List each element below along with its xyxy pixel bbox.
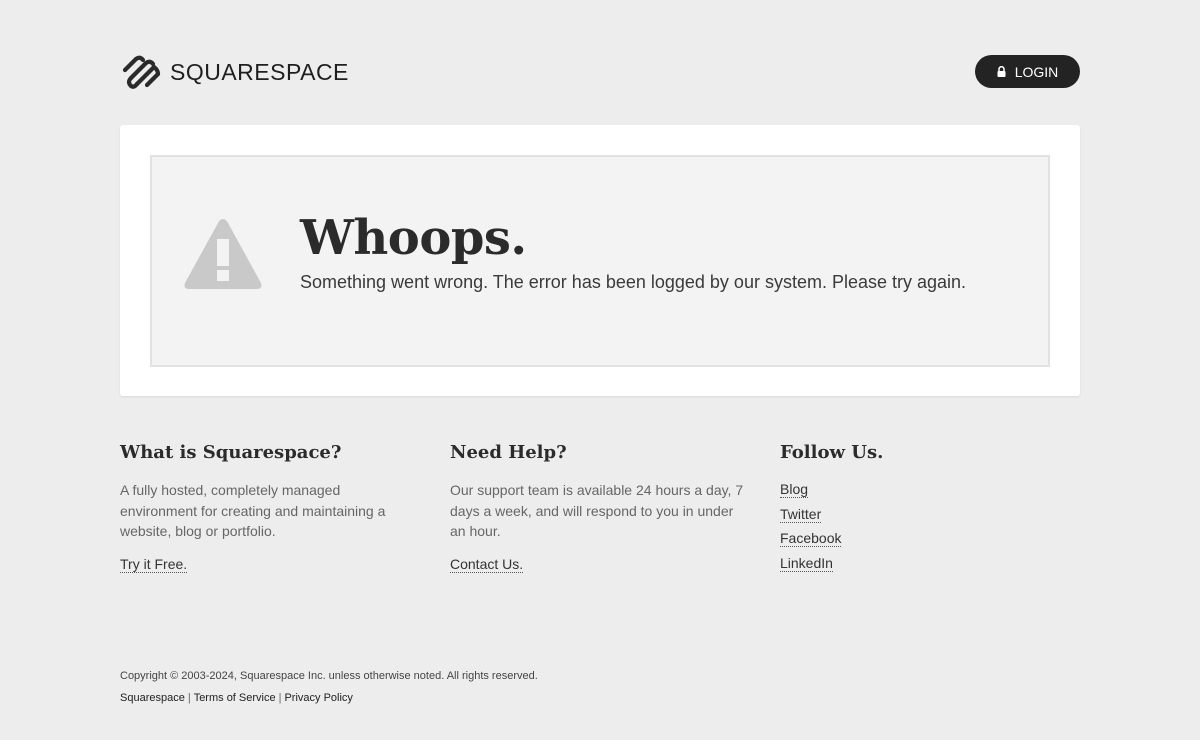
error-panel: Whoops. Something went wrong. The error … xyxy=(120,125,1080,396)
linkedin-link[interactable]: LinkedIn xyxy=(780,554,833,572)
page: SQUARESPACE LOGIN Whoops. Something went… xyxy=(120,0,1080,740)
follow-column: Follow Us. Blog Twitter Facebook LinkedI… xyxy=(780,440,1080,578)
contact-us-link[interactable]: Contact Us. xyxy=(450,555,524,573)
header: SQUARESPACE LOGIN xyxy=(120,55,1080,89)
help-text: Our support team is available 24 hours a… xyxy=(450,482,744,539)
twitter-link[interactable]: Twitter xyxy=(780,505,822,523)
separator: | xyxy=(278,692,282,704)
help-column: Need Help? Our support team is available… xyxy=(450,440,750,574)
squarespace-logo-icon xyxy=(121,55,161,89)
login-button[interactable]: LOGIN xyxy=(975,55,1080,88)
squarespace-link[interactable]: Squarespace xyxy=(120,692,185,704)
bottom-links: Squarespace | Terms of Service | Privacy Pol… xyxy=(120,692,353,704)
separator: | xyxy=(187,692,191,704)
blog-link[interactable]: Blog xyxy=(780,481,809,498)
error-message: Something went wrong. The error has been… xyxy=(300,272,967,292)
help-heading: Need Help? xyxy=(450,442,567,463)
copyright-text: Copyright © 2003-2024, Squarespace Inc. … xyxy=(120,670,538,682)
about-column: What is Squarespace? A fully hosted, com… xyxy=(120,440,420,574)
about-text: A fully hosted, completely managed envir… xyxy=(120,482,386,539)
terms-of-service-link[interactable]: Terms of Service xyxy=(194,692,276,704)
privacy-policy-link[interactable]: Privacy Policy xyxy=(284,692,352,704)
error-title: Whoops. xyxy=(300,210,527,266)
facebook-link[interactable]: Facebook xyxy=(780,530,842,547)
follow-heading: Follow Us. xyxy=(780,442,884,463)
logo-text: SQUARESPACE xyxy=(170,58,349,85)
warning-triangle-icon xyxy=(182,215,264,296)
lock-icon xyxy=(997,64,1006,80)
about-heading: What is Squarespace? xyxy=(120,442,342,463)
try-free-link[interactable]: Try it Free. xyxy=(120,555,188,573)
social-links: Blog Twitter Facebook LinkedIn xyxy=(780,480,1080,573)
login-label: LOGIN xyxy=(1014,63,1059,80)
error-inner-panel: Whoops. Something went wrong. The error … xyxy=(150,155,1050,367)
logo[interactable]: SQUARESPACE xyxy=(121,55,349,89)
